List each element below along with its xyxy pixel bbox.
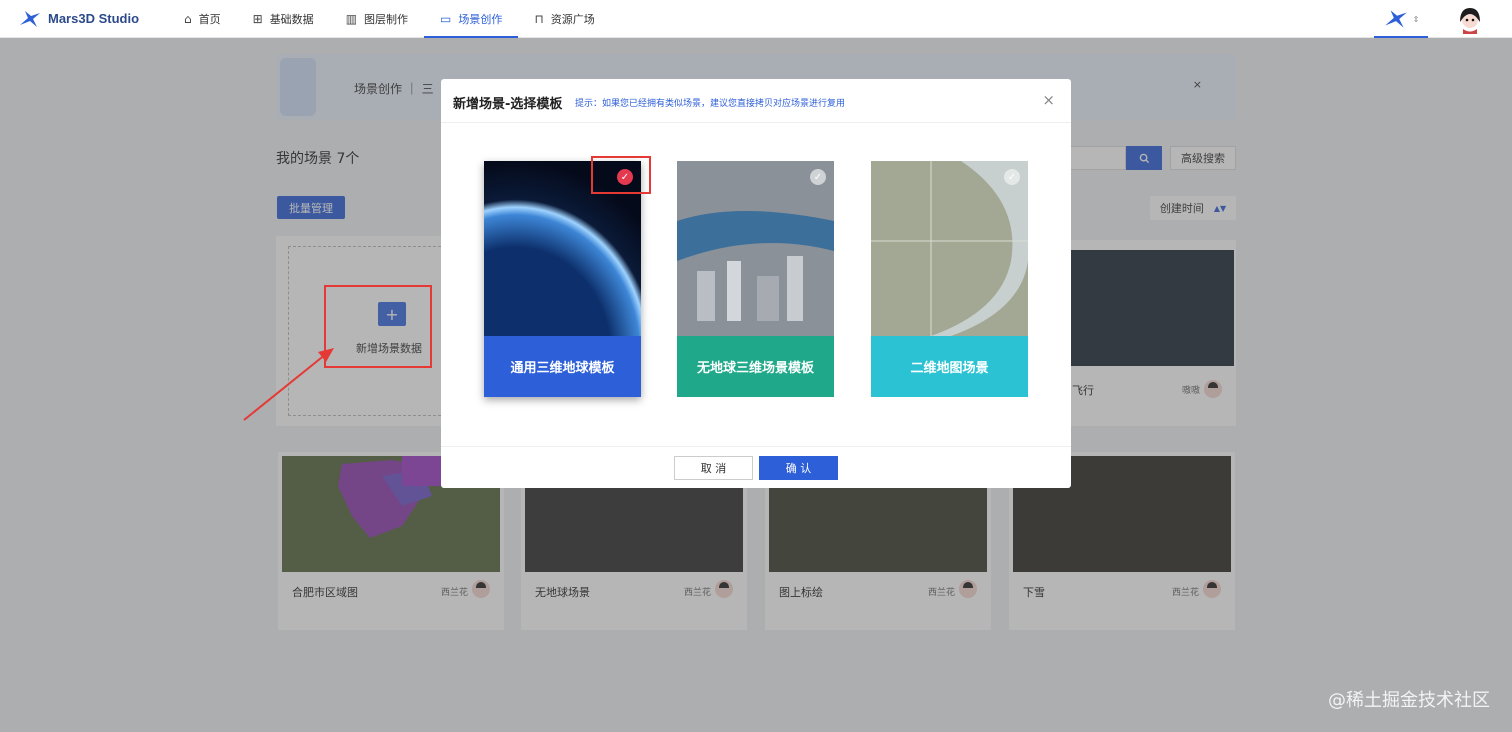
chevron-updown-icon: ⇕ <box>1412 14 1420 24</box>
nav-item-label: 图层制作 <box>364 12 409 26</box>
top-nav-bar: Mars3D Studio ⌂ 首页 ⊞ 基础数据 ▥ 图层制作 ▭ 场景创作 … <box>0 0 1512 38</box>
nav-item-base-data[interactable]: ⊞ 基础数据 <box>237 0 330 38</box>
user-avatar[interactable] <box>1455 4 1485 34</box>
nav-item-home[interactable]: ⌂ 首页 <box>168 0 237 38</box>
template-label: 通用三维地球模板 <box>484 336 641 397</box>
main-nav: ⌂ 首页 ⊞ 基础数据 ▥ 图层制作 ▭ 场景创作 ⊓ 资源广场 <box>168 0 611 38</box>
template-thumbnail: ✓ <box>871 161 1028 336</box>
template-card-earth-3d[interactable]: ✓ 通用三维地球模板 <box>484 161 641 397</box>
org-switcher[interactable]: ⇕ <box>1374 2 1428 38</box>
check-icon: ✓ <box>810 169 826 185</box>
layers-icon: ▥ <box>345 11 358 26</box>
grid-icon: ⊞ <box>252 11 263 26</box>
nav-item-scene-creation[interactable]: ▭ 场景创作 <box>424 0 519 38</box>
check-icon: ✓ <box>1004 169 1020 185</box>
dialog-hint: 提示：如果您已经拥有类似场景，建议您直接拷贝对应场景进行复用 <box>575 99 846 109</box>
brand[interactable]: Mars3D Studio <box>18 9 168 29</box>
nav-item-layer-making[interactable]: ▥ 图层制作 <box>330 0 424 38</box>
annotation-highlight-box <box>324 285 432 368</box>
app-name: Mars3D Studio <box>48 11 140 26</box>
bag-icon: ⊓ <box>534 11 544 26</box>
watermark: @稀土掘金技术社区 <box>1328 690 1490 711</box>
select-template-dialog: 新增场景-选择模板 提示：如果您已经拥有类似场景，建议您直接拷贝对应场景进行复用… <box>441 79 1071 488</box>
template-card-2d-map[interactable]: ✓ 二维地图场景 <box>871 161 1028 397</box>
nav-item-label: 场景创作 <box>458 12 503 26</box>
template-thumbnail: ✓ <box>677 161 834 336</box>
dialog-title: 新增场景-选择模板 <box>453 97 563 112</box>
mars-star-logo-icon <box>20 10 40 27</box>
video-icon: ▭ <box>440 11 452 26</box>
aerial-map-image-icon <box>871 161 1028 336</box>
template-label: 二维地图场景 <box>871 336 1028 397</box>
template-label: 无地球三维场景模板 <box>677 336 834 397</box>
city-image-icon <box>677 161 834 336</box>
template-card-no-earth-3d[interactable]: ✓ 无地球三维场景模板 <box>677 161 834 397</box>
nav-item-label: 资源广场 <box>550 12 595 26</box>
dialog-header: 新增场景-选择模板 提示：如果您已经拥有类似场景，建议您直接拷贝对应场景进行复用… <box>441 79 1071 123</box>
confirm-button[interactable]: 确 认 <box>759 456 838 480</box>
cancel-button[interactable]: 取 消 <box>674 456 753 480</box>
annotation-highlight-box <box>591 156 651 194</box>
nav-item-label: 首页 <box>198 12 221 26</box>
annotation-arrow-icon <box>243 348 334 421</box>
org-logo-icon <box>1384 10 1407 28</box>
home-icon: ⌂ <box>184 11 192 26</box>
dialog-footer: 取 消 确 认 <box>441 446 1071 488</box>
nav-item-label: 基础数据 <box>269 12 314 26</box>
nav-item-resource-square[interactable]: ⊓ 资源广场 <box>518 0 610 38</box>
close-icon[interactable]: × <box>1042 91 1055 109</box>
